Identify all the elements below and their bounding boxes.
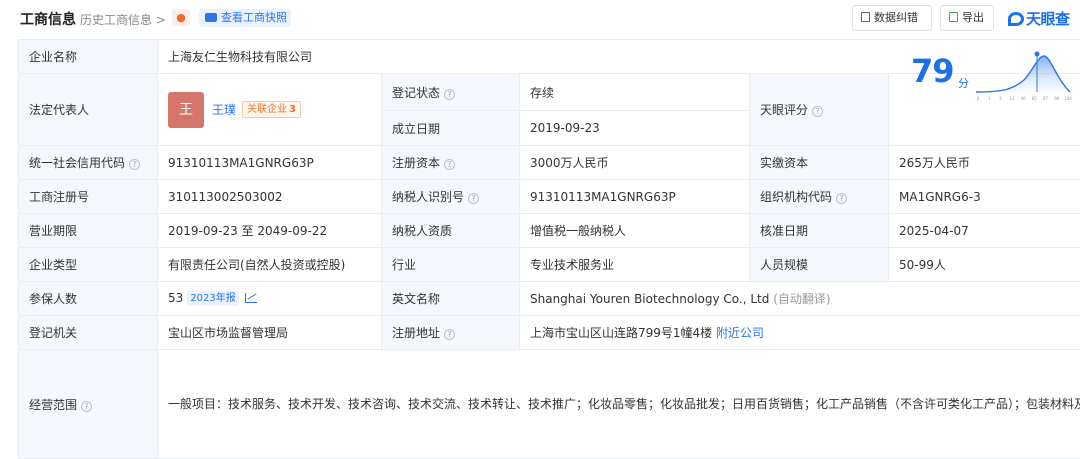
english-name-value: Shanghai Youren Biotechnology Co., Ltd (… [518, 281, 1080, 316]
help-icon[interactable]: ? [444, 88, 456, 100]
score-axis-tick: 99 [1054, 96, 1060, 101]
authority-value: 宝山区市场监督管理局 [157, 315, 382, 350]
section-header: 工商信息 历史工商信息 > ● 查看工商快照 数据纠错 导出 天眼查 [0, 0, 1080, 38]
table-row: 企业类型 有限责任公司(自然人投资或控股) 行业 专业技术服务业 人员规模 50… [18, 247, 1080, 282]
score-key: 天眼评分? [749, 73, 889, 146]
insured-value: 53 2023年报 [157, 281, 382, 316]
taxpayer-type-key: 纳税人资质 [381, 213, 520, 248]
annual-report-tag[interactable]: 2023年报 [187, 291, 239, 306]
score-axis-tick: 2 [999, 96, 1002, 101]
help-icon[interactable]: ? [81, 400, 93, 412]
excel-icon [949, 12, 958, 22]
english-name-key: 英文名称 [381, 281, 520, 316]
reg-status-key: 登记状态? [381, 73, 520, 111]
help-icon[interactable]: ? [836, 193, 848, 204]
legal-rep-key: 法定代表人 [18, 73, 158, 146]
org-code-key: 组织机构代码? [749, 179, 889, 214]
insured-key: 参保人数 [18, 281, 158, 316]
reg-capital-key: 注册资本? [381, 145, 520, 180]
reg-capital-value: 3000万人民币 [519, 145, 750, 180]
bell-icon[interactable]: ● [172, 9, 190, 26]
help-icon[interactable]: ? [812, 106, 824, 117]
avatar[interactable]: 王 [168, 91, 204, 128]
legal-rep-name-link[interactable]: 王璞 [212, 103, 236, 117]
score-axis-tick: 0 [977, 96, 980, 101]
paid-capital-value: 265万人民币 [887, 145, 1080, 180]
snapshot-button[interactable]: 查看工商快照 [199, 9, 291, 27]
credit-code-key: 统一社会信用代码? [18, 145, 158, 180]
feedback-button[interactable]: 数据纠错 [852, 5, 932, 31]
nearby-companies-link[interactable]: 附近公司 [716, 326, 764, 340]
help-icon[interactable]: ? [468, 193, 480, 204]
table-row: 营业期限 2019-09-23 至 2049-09-22 纳税人资质 增值税一般… [18, 213, 1080, 248]
score-axis-tick: 13 [1009, 96, 1015, 101]
reg-status-value: 存续 [519, 73, 750, 111]
related-company-badge[interactable]: 关联企业 3 [242, 101, 301, 118]
period-key: 营业期限 [18, 213, 158, 248]
authority-key: 登记机关 [18, 315, 158, 350]
table-row: 工商注册号 310113002503002 纳税人识别号? 91310113MA… [18, 179, 1080, 214]
score-unit: 分 [958, 77, 969, 90]
history-link[interactable]: 历史工商信息 > [80, 11, 166, 28]
brand-logo: 天眼查 [1008, 8, 1070, 29]
scope-key: 经营范围? [18, 349, 158, 459]
score-axis-tick: 40 [1020, 96, 1026, 101]
legal-rep-value: 王王璞 关联企业 3 [157, 73, 382, 146]
help-icon[interactable]: ? [129, 159, 141, 170]
auto-translate-note: (自动翻译) [773, 292, 831, 306]
org-code-value: MA1GNRG6-3 [887, 179, 1080, 214]
score-axis-tick: 100 [1064, 96, 1072, 101]
table-row: 登记机关 宝山区市场监督管理局 注册地址? 上海市宝山区山连路799号1幢4楼 … [18, 315, 1080, 350]
brand-mark-icon [1008, 12, 1024, 26]
paid-capital-key: 实缴资本 [749, 145, 889, 180]
score-marker-dot [1034, 51, 1040, 57]
staff-size-value: 50-99人 [887, 247, 1080, 282]
company-name-key: 企业名称 [18, 39, 158, 74]
approve-date-value: 2025-04-07 [887, 213, 1080, 248]
industry-value: 专业技术服务业 [519, 247, 750, 282]
trend-chart-icon[interactable] [244, 293, 257, 303]
snapshot-label: 查看工商快照 [221, 11, 287, 24]
table-row: 参保人数 53 2023年报 英文名称 Shanghai Youren Biote… [18, 281, 1080, 316]
score-value: 79 [911, 52, 955, 90]
table-row: 经营范围? 一般项目：技术服务、技术开发、技术咨询、技术交流、技术转让、技术推广… [18, 349, 1080, 459]
est-date-key: 成立日期 [381, 110, 520, 146]
score-curve: 0 1 2 13 40 85 97 99 100 [975, 51, 1072, 101]
address-value: 上海市宝山区山连路799号1幢4楼 附近公司 [518, 315, 1080, 350]
period-value: 2019-09-23 至 2049-09-22 [157, 213, 382, 248]
help-icon[interactable]: ? [444, 159, 456, 170]
credit-code-value: 91310113MA1GNRG63P [157, 145, 382, 180]
taxpayer-id-key: 纳税人识别号? [381, 179, 520, 214]
staff-size-key: 人员规模 [749, 247, 889, 282]
help-icon[interactable]: ? [444, 329, 456, 340]
reg-no-value: 310113002503002 [157, 179, 382, 214]
score-axis-tick: 97 [1043, 96, 1049, 101]
approve-date-key: 核准日期 [749, 213, 889, 248]
score-axis-tick: 85 [1032, 96, 1038, 101]
est-date-value: 2019-09-23 [519, 110, 750, 146]
section-title: 工商信息 [20, 12, 76, 28]
score-widget[interactable]: 79 分 0 1 2 13 40 85 97 99 100 [896, 51, 1076, 104]
score-axis-tick: 1 [988, 96, 991, 101]
camera-icon [205, 13, 217, 22]
export-button[interactable]: 导出 [940, 5, 994, 31]
company-type-key: 企业类型 [18, 247, 158, 282]
score-curve-area [976, 56, 1070, 92]
address-key: 注册地址? [381, 315, 520, 350]
table-row: 统一社会信用代码? 91310113MA1GNRG63P 注册资本? 3000万… [18, 145, 1080, 180]
taxpayer-type-value: 增值税一般纳税人 [519, 213, 750, 248]
taxpayer-id-value: 91310113MA1GNRG63P [519, 179, 750, 214]
industry-key: 行业 [381, 247, 520, 282]
reg-no-key: 工商注册号 [18, 179, 158, 214]
company-type-value: 有限责任公司(自然人投资或控股) [157, 247, 382, 282]
edit-icon [861, 12, 870, 22]
scope-value: 一般项目：技术服务、技术开发、技术咨询、技术交流、技术转让、技术推广；化妆品零售… [156, 349, 1080, 459]
